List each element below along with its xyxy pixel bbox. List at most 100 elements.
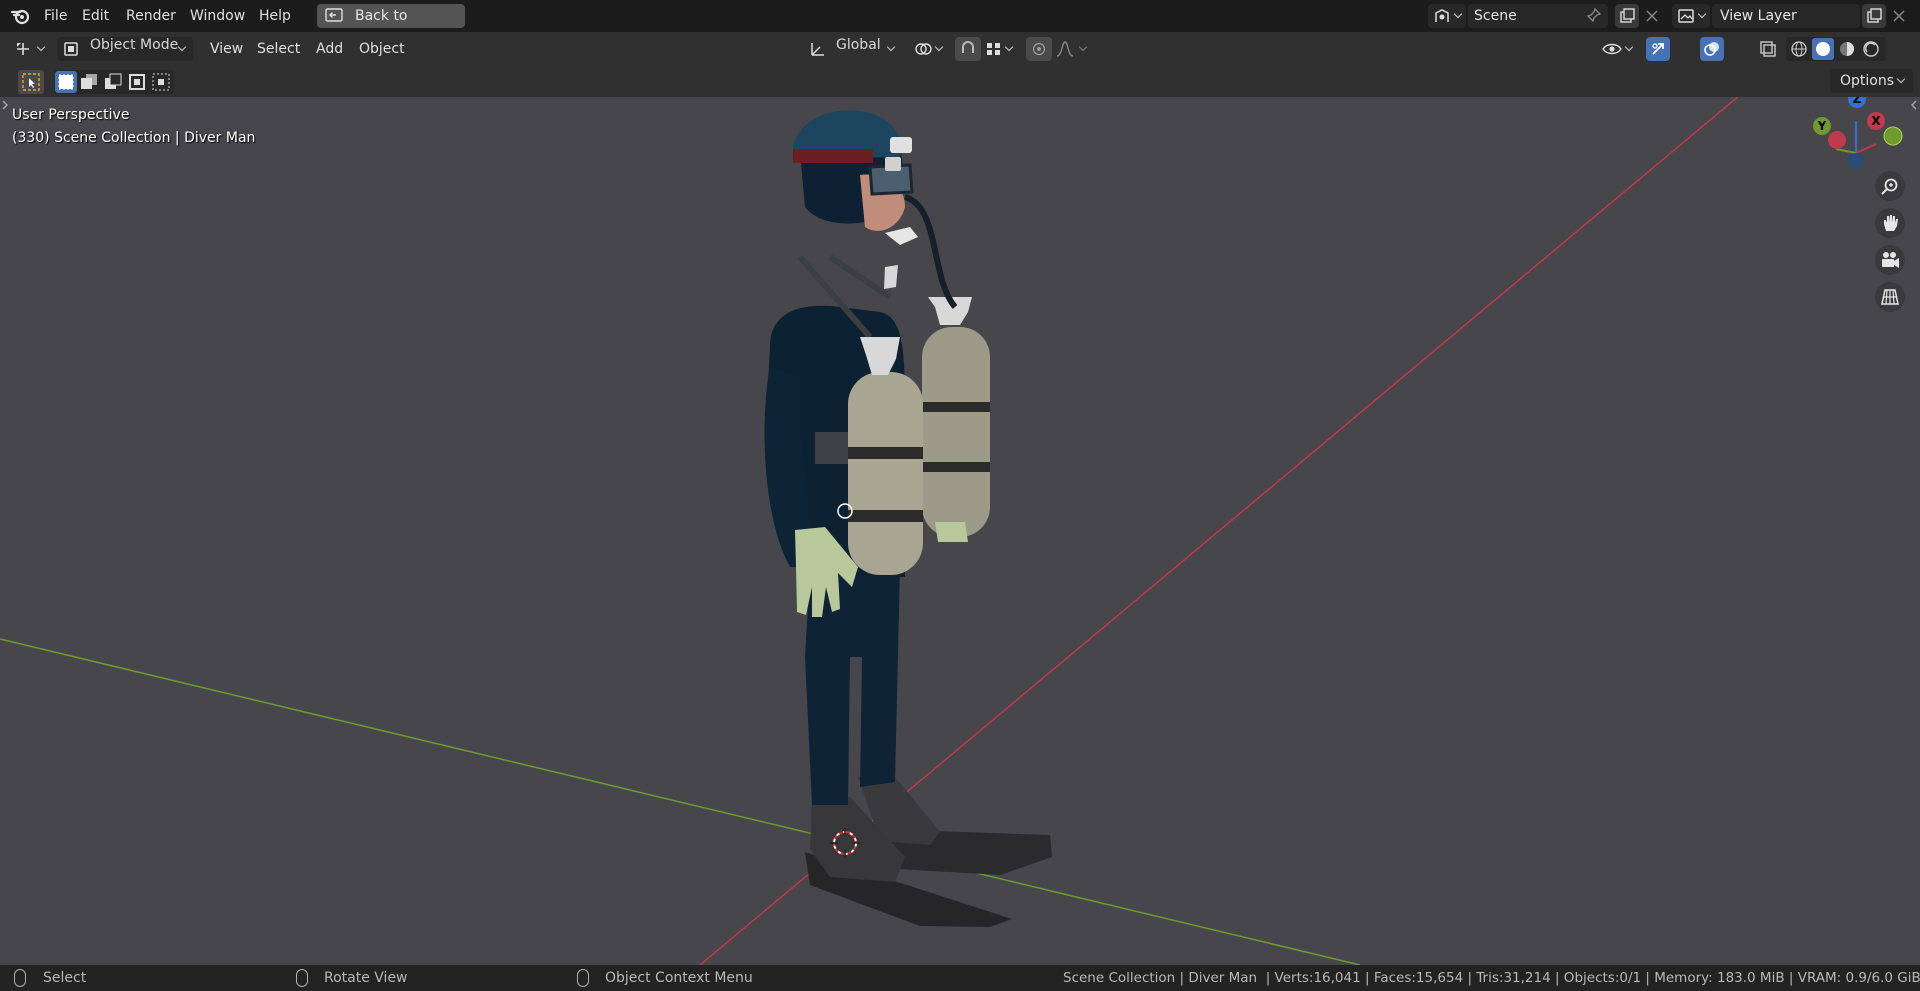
- falloff-icon: [1056, 41, 1074, 61]
- status-rotate-hint: Rotate View: [324, 970, 408, 986]
- scene-icon: [1433, 7, 1451, 33]
- gizmo-neg-y: [1883, 126, 1903, 146]
- 3d-viewport[interactable]: User Perspective (330) Scene Collection …: [0, 97, 1920, 965]
- view-layer-icon: [1677, 7, 1695, 33]
- view-layer-name-field[interactable]: View Layer: [1712, 4, 1860, 28]
- viewport-header: Object Mode View Select Add Object Globa…: [0, 32, 1920, 84]
- select-box-icon: [22, 73, 40, 95]
- delete-scene-button[interactable]: [1640, 4, 1664, 28]
- menu-help[interactable]: Help: [259, 6, 291, 26]
- falloff-dropdown[interactable]: [1054, 37, 1092, 61]
- diver-model: [764, 110, 1052, 927]
- solid-shading-icon[interactable]: [1812, 38, 1834, 60]
- zoom-icon: [1881, 177, 1899, 199]
- toolbar-region-toggle[interactable]: [1, 99, 9, 111]
- select-extend-icon[interactable]: [80, 73, 98, 95]
- camera-icon: [1880, 251, 1900, 273]
- transform-orientation-dropdown[interactable]: Global: [804, 37, 900, 61]
- mouse-left-icon: [14, 969, 26, 987]
- pivot-point-dropdown[interactable]: [910, 37, 946, 61]
- scene-browse-button[interactable]: [1428, 4, 1466, 28]
- viewport-scene: [0, 97, 1739, 965]
- xray-icon: [1759, 40, 1777, 62]
- transform-orientation-label: Global: [836, 37, 881, 53]
- new-view-layer-icon: [1866, 8, 1882, 28]
- menu-view[interactable]: View: [210, 37, 243, 61]
- zoom-button[interactable]: [1875, 171, 1905, 201]
- back-to-previous-button[interactable]: Back to Previous: [317, 4, 465, 48]
- scene-name-field[interactable]: Scene: [1468, 4, 1608, 28]
- gizmo-x-label: X: [1871, 114, 1881, 128]
- material-shading-icon[interactable]: [1838, 40, 1856, 62]
- back-screen-icon: [325, 8, 343, 32]
- snap-target-dropdown[interactable]: [984, 37, 1018, 61]
- new-scene-button[interactable]: [1615, 4, 1639, 28]
- options-label: Options: [1840, 73, 1895, 89]
- options-dropdown[interactable]: Options: [1830, 69, 1913, 93]
- proportional-edit-icon: [1032, 42, 1046, 60]
- gizmo-neg-x: [1828, 131, 1846, 149]
- selection-mode-group: [54, 70, 174, 94]
- gizmo-neg-z: [1848, 153, 1864, 169]
- close-icon: [1646, 10, 1658, 26]
- grid-ortho-icon: [1881, 288, 1899, 310]
- snap-increment-icon: [986, 42, 1002, 60]
- proportional-edit-toggle[interactable]: [1026, 37, 1052, 61]
- snap-icon: [959, 41, 977, 61]
- overlay-toggle[interactable]: [1700, 37, 1724, 61]
- menu-file[interactable]: File: [44, 6, 67, 26]
- tool-settings-bar: Options: [0, 65, 1920, 97]
- gizmo-z-label: Z: [1853, 97, 1862, 106]
- sidebar-region-toggle[interactable]: [1910, 99, 1918, 111]
- menu-select[interactable]: Select: [257, 37, 300, 61]
- view-layer-name: View Layer: [1720, 8, 1797, 24]
- mouse-middle-icon: [296, 969, 308, 987]
- status-context-menu-hint: Object Context Menu: [605, 970, 753, 986]
- rendered-shading-icon[interactable]: [1862, 40, 1880, 62]
- object-mode-icon: [63, 41, 79, 61]
- select-intersect-icon[interactable]: [152, 73, 170, 95]
- menu-add[interactable]: Add: [316, 37, 343, 61]
- scene-name: Scene: [1474, 8, 1517, 24]
- object-mode-label: Object Mode: [90, 37, 179, 53]
- close-icon: [1893, 10, 1905, 26]
- menu-render[interactable]: Render: [126, 6, 176, 26]
- pivot-icon: [914, 41, 932, 61]
- new-view-layer-button[interactable]: [1862, 4, 1886, 28]
- object-mode-dropdown[interactable]: Object Mode: [57, 37, 193, 61]
- editor-type-icon: [14, 40, 32, 62]
- wireframe-shading-icon[interactable]: [1790, 40, 1808, 62]
- transform-orientation-icon: [808, 41, 826, 61]
- gizmo-y-label: Y: [1817, 119, 1827, 133]
- editor-type-button[interactable]: [10, 37, 50, 61]
- menu-edit[interactable]: Edit: [82, 6, 109, 26]
- new-scene-icon: [1619, 8, 1635, 28]
- status-bar: Select Rotate View Object Context Menu S…: [0, 965, 1920, 991]
- xray-toggle[interactable]: [1756, 37, 1780, 61]
- overlay-icon: [1703, 40, 1721, 62]
- select-subtract-icon[interactable]: [104, 73, 122, 95]
- menu-object[interactable]: Object: [359, 37, 405, 61]
- pin-icon[interactable]: [1586, 7, 1602, 31]
- y-axis-line: [0, 638, 1361, 965]
- pan-button[interactable]: [1875, 208, 1905, 238]
- delete-view-layer-button[interactable]: [1887, 4, 1911, 28]
- status-select-hint: Select: [43, 970, 87, 986]
- visibility-icon: [1602, 41, 1622, 61]
- camera-view-button[interactable]: [1875, 245, 1905, 275]
- blender-logo-icon[interactable]: [10, 6, 32, 26]
- select-tool-button[interactable]: [18, 70, 44, 94]
- select-new-icon[interactable]: [55, 71, 77, 93]
- gizmo-toggle[interactable]: [1646, 37, 1670, 61]
- menu-window[interactable]: Window: [190, 6, 245, 26]
- select-invert-icon[interactable]: [128, 73, 146, 95]
- view-layer-browse-button[interactable]: [1672, 4, 1710, 28]
- hand-pan-icon: [1881, 214, 1899, 236]
- ortho-toggle-button[interactable]: [1875, 282, 1905, 312]
- status-scene-statistics: Scene Collection | Diver Man | Verts:16,…: [1063, 970, 1920, 986]
- shading-mode-group: [1786, 37, 1886, 61]
- snap-toggle[interactable]: [955, 37, 981, 61]
- gizmo-icon: [1649, 40, 1667, 62]
- mouse-right-icon: [577, 969, 589, 987]
- visibility-dropdown[interactable]: [1600, 37, 1636, 61]
